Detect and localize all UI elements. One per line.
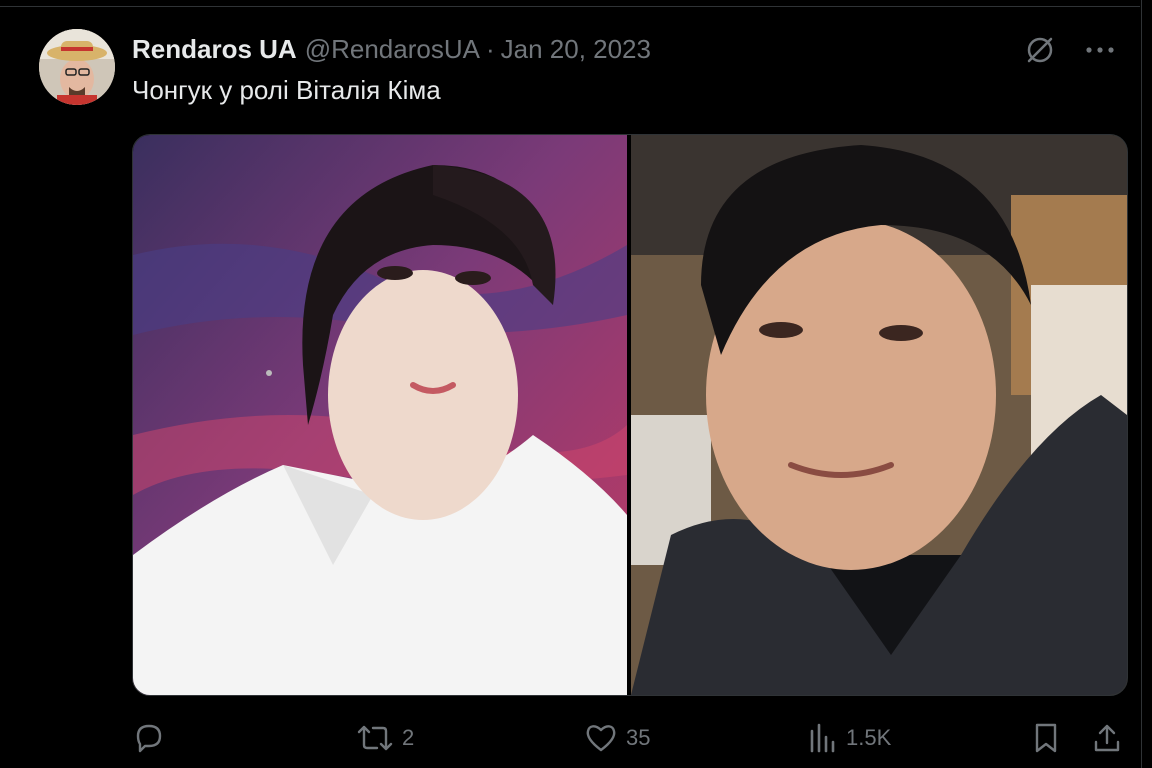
timeline-border (1141, 0, 1142, 768)
bookmark-icon (1035, 723, 1057, 753)
tweet-header: Rendaros UA @RendarosUA · Jan 20, 2023 (132, 31, 651, 67)
like-count: 35 (626, 725, 651, 750)
photo-2[interactable] (631, 135, 1127, 695)
action-bar: 2 35 1.5K (132, 718, 1126, 758)
retweet-icon (357, 725, 393, 751)
photo-1[interactable] (133, 135, 627, 695)
header-actions (1022, 32, 1118, 68)
retweet-button[interactable]: 2 (356, 718, 414, 758)
retweet-count: 2 (402, 725, 415, 750)
like-button[interactable]: 35 (584, 718, 650, 758)
more-icon[interactable] (1082, 32, 1118, 68)
share-icon (1094, 724, 1120, 752)
reply-icon (136, 724, 162, 753)
separator-dot: · (485, 33, 495, 64)
tweet-date[interactable]: Jan 20, 2023 (501, 34, 651, 65)
user-handle[interactable]: @RendarosUA (305, 34, 480, 65)
reply-button[interactable] (132, 718, 174, 758)
views-icon (810, 723, 835, 753)
media-grid (132, 134, 1128, 696)
grok-icon[interactable] (1022, 32, 1058, 68)
tweet-text: Чонгук у ролі Віталія Кіма (132, 75, 441, 105)
share-button[interactable] (1092, 718, 1122, 758)
views-button[interactable]: 1.5K (808, 718, 891, 758)
bookmark-button[interactable] (1032, 718, 1060, 758)
avatar-image (39, 29, 115, 105)
views-count: 1.5K (846, 725, 892, 750)
avatar[interactable] (39, 29, 115, 105)
display-name[interactable]: Rendaros UA (132, 34, 297, 65)
heart-icon (586, 725, 616, 752)
tweet[interactable]: Rendaros UA @RendarosUA · Jan 20, 2023 Ч… (0, 0, 1140, 768)
